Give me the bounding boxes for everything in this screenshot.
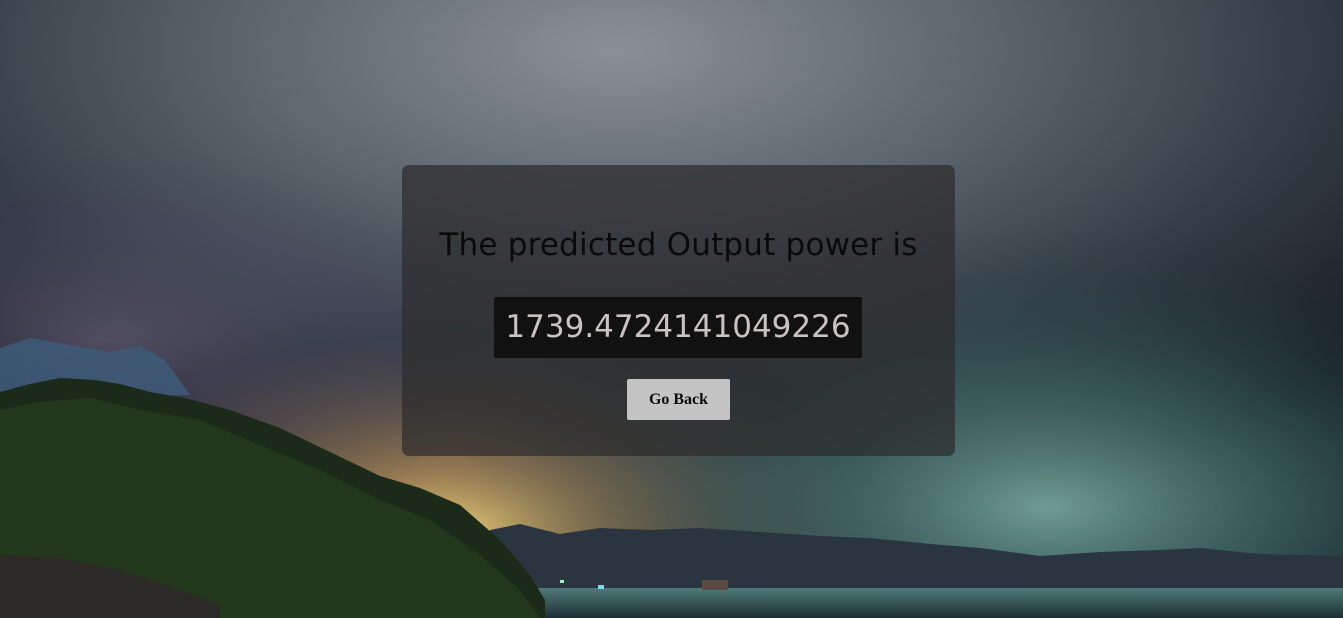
result-heading: The predicted Output power is [439,227,918,263]
go-back-button[interactable]: Go Back [627,379,730,420]
prediction-result-card: The predicted Output power is 1739.47241… [402,165,955,456]
predicted-value-display: 1739.4724141049226 [494,297,862,358]
